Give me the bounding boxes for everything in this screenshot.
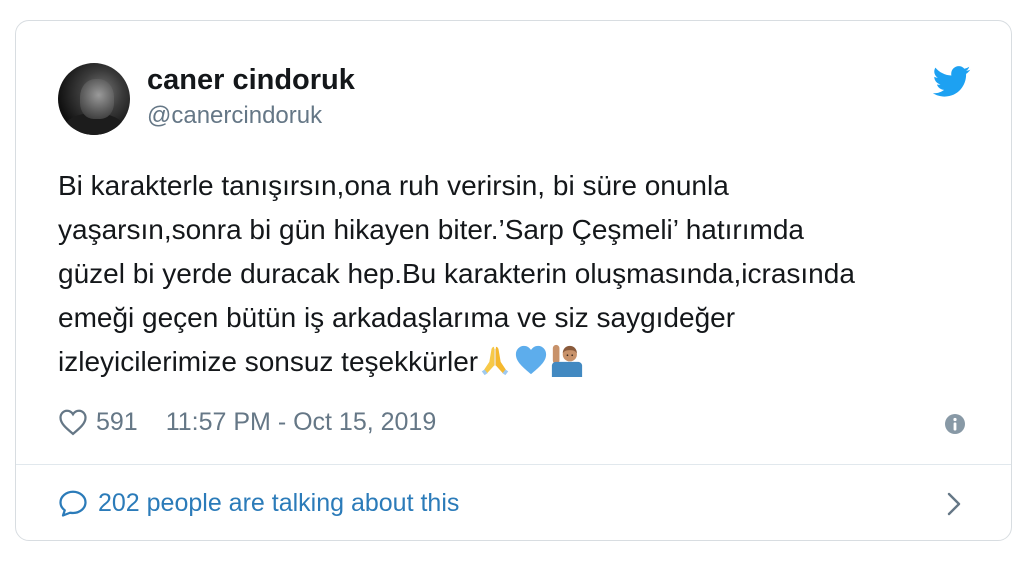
tweet-card[interactable]: caner cindoruk @canercindoruk Bi karakte… (15, 20, 1012, 541)
author-handle[interactable]: @canercindoruk (147, 102, 322, 130)
info-icon[interactable] (944, 413, 966, 435)
avatar-face (80, 79, 114, 119)
divider (16, 464, 1011, 465)
like-count[interactable]: 591 (96, 408, 138, 437)
tweet-meta: 591 11:57 PM - Oct 15, 2019 (58, 405, 436, 439)
conversation-link[interactable]: 202 people are talking about this (58, 485, 459, 521)
folded-hands-icon (481, 346, 509, 376)
timestamp[interactable]: 11:57 PM - Oct 15, 2019 (166, 408, 437, 437)
speech-bubble-icon (59, 490, 87, 517)
avatar[interactable] (58, 63, 130, 135)
tweet-text: Bi karakterle tanışırsın,ona ruh verirsi… (58, 164, 988, 384)
twitter-bird-icon[interactable] (933, 66, 971, 98)
blue-heart-icon (516, 345, 547, 375)
author-name[interactable]: caner cindoruk (147, 64, 355, 97)
heart-icon[interactable] (58, 408, 88, 436)
tweet-body: Bi karakterle tanışırsın,ona ruh verirsi… (58, 170, 855, 377)
person-raising-hand-icon (552, 344, 583, 377)
chevron-right-icon[interactable] (944, 491, 964, 517)
talking-count-text[interactable]: 202 people are talking about this (98, 489, 459, 518)
